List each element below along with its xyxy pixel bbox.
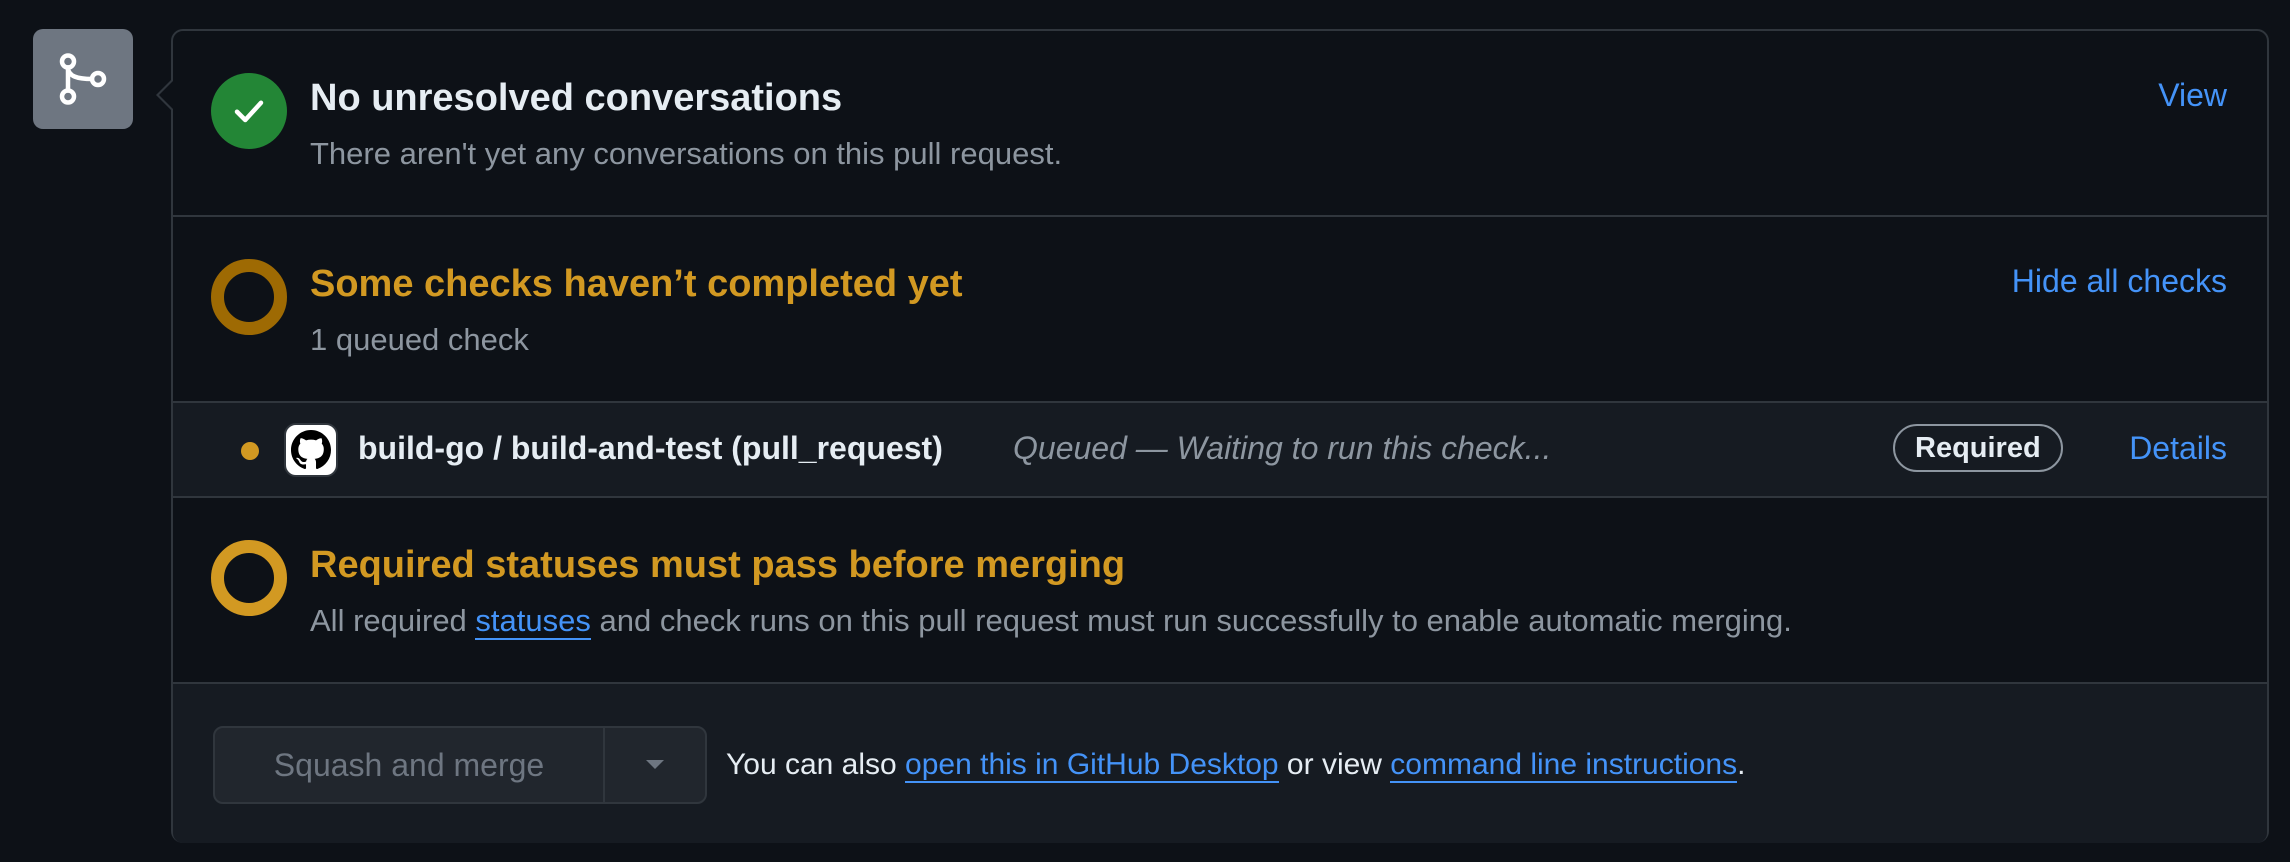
required-statuses-section: Required statuses must pass before mergi… [173, 498, 2267, 684]
statuses-link[interactable]: statuses [475, 603, 591, 640]
squash-and-merge-button[interactable]: Squash and merge [215, 728, 605, 802]
merge-box-root: No unresolved conversations There aren't… [0, 0, 2290, 862]
pending-circle-icon [211, 540, 287, 616]
merge-alternatives-note: You can also open this in GitHub Desktop… [726, 748, 1746, 783]
check-status: Queued — Waiting to run this check... [1013, 430, 1552, 466]
subtitle-suffix: and check runs on this pull request must… [590, 603, 1792, 638]
merge-button-group: Squash and merge [213, 726, 707, 804]
checks-subtitle: 1 queued check [310, 322, 529, 357]
check-row: build-go / build-and-test (pull_request)… [173, 403, 2267, 498]
checks-section: Some checks haven’t completed yet 1 queu… [173, 217, 2267, 403]
merge-status-panel: No unresolved conversations There aren't… [156, 29, 2269, 843]
git-merge-icon [33, 29, 133, 129]
pending-circle-icon [211, 259, 287, 335]
queued-dot-icon [241, 442, 259, 460]
check-icon [211, 73, 287, 149]
conversations-section: No unresolved conversations There aren't… [173, 31, 2267, 217]
view-conversations-link[interactable]: View [2158, 77, 2227, 114]
merge-method-dropdown[interactable] [605, 728, 705, 802]
open-in-desktop-link[interactable]: open this in GitHub Desktop [905, 748, 1279, 783]
command-line-instructions-link[interactable]: command line instructions [1390, 748, 1738, 783]
required-badge: Required [1893, 424, 2063, 472]
required-statuses-subtitle: All required statuses and check runs on … [310, 603, 1792, 640]
note-middle: or view [1278, 748, 1391, 781]
check-name: build-go / build-and-test (pull_request) [358, 430, 943, 466]
note-prefix: You can also [726, 748, 906, 781]
merge-section: Squash and merge You can also open this … [173, 684, 2267, 843]
subtitle-prefix: All required [310, 603, 476, 638]
panel-caret [156, 79, 173, 111]
checks-title: Some checks haven’t completed yet [310, 263, 963, 305]
conversations-subtitle: There aren't yet any conversations on th… [310, 136, 1063, 171]
triangle-down-icon [646, 760, 664, 769]
hide-all-checks-link[interactable]: Hide all checks [2012, 263, 2227, 300]
check-details-link[interactable]: Details [2129, 430, 2227, 467]
conversations-title: No unresolved conversations [310, 77, 843, 119]
note-suffix: . [1737, 748, 1746, 781]
github-logo-icon [284, 423, 338, 477]
required-statuses-title: Required statuses must pass before mergi… [310, 544, 1126, 586]
